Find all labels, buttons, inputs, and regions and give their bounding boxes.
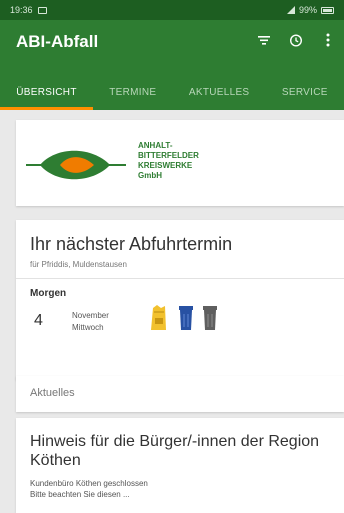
company-logo-card: ANHALT- BITTERFELDER KREISWERKE GmbH [16,120,344,206]
logo-line-3: KREISWERKE [138,161,193,170]
status-bar: 19:36 99% [0,0,344,20]
status-time-group: 19:36 [10,5,47,15]
logo-line-1: ANHALT- [138,141,173,150]
battery-percent: 99% [298,5,317,15]
pickup-day: 4 [34,312,43,329]
yellow-bag-icon [151,305,166,330]
news-header-card: Aktuelles [16,376,344,412]
image-icon [37,6,47,14]
logo-line-4: GmbH [138,171,162,180]
battery-icon [321,6,334,14]
news-title: Hinweis für die Bürger/-innen der Region… [30,433,320,469]
pickup-when: Morgen [30,288,67,299]
divider [16,278,344,279]
status-right: 99% [286,5,334,15]
news-preview-line-2: Bitte beachten Sie diesen ... [30,490,130,499]
tab-bar: ÜBERSICHT TERMINE AKTUELLES SERVICE [0,70,344,110]
next-pickup-title: Ihr nächster Abfuhrtermin [30,234,233,254]
news-preview: Kundenbüro Köthen geschlossen Bitte beac… [30,478,148,500]
company-logo-text: ANHALT- BITTERFELDER KREISWERKE GmbH [138,141,199,181]
app-bar: ABI-Abfall ÜBERSICHT TERMINE AKTUELLES S… [0,20,344,110]
app-title: ABI-Abfall [16,32,99,51]
main-content[interactable]: ANHALT- BITTERFELDER KREISWERKE GmbH Ihr… [0,118,344,513]
pickup-month: November [72,311,109,320]
next-pickup-card[interactable]: Ihr nächster Abfuhrtermin für Pfriddis, … [16,220,344,380]
tab-uebersicht[interactable]: ÜBERSICHT [0,70,93,110]
overflow-menu-icon[interactable] [316,28,340,52]
news-item-card[interactable]: Hinweis für die Bürger/-innen der Region… [16,418,344,513]
app-actions [252,28,340,52]
company-logo-mark [26,150,126,180]
tab-aktuelles[interactable]: AKTUELLES [173,70,266,110]
tab-service[interactable]: SERVICE [266,70,344,110]
next-pickup-location: für Pfriddis, Muldenstausen [30,260,127,269]
blue-bin-icon [179,306,193,330]
tab-termine[interactable]: TERMINE [93,70,173,110]
bin-icons [148,304,218,332]
pickup-weekday: Mittwoch [72,323,104,332]
filter-icon[interactable] [252,28,276,52]
alarm-icon[interactable] [284,28,308,52]
gray-bin-icon [203,306,217,330]
signal-icon [286,6,295,14]
pickup-date-text: November Mittwoch [72,310,109,334]
news-section-label: Aktuelles [30,387,75,399]
status-time: 19:36 [10,5,33,15]
logo-line-2: BITTERFELDER [138,151,199,160]
news-preview-line-1: Kundenbüro Köthen geschlossen [30,479,148,488]
